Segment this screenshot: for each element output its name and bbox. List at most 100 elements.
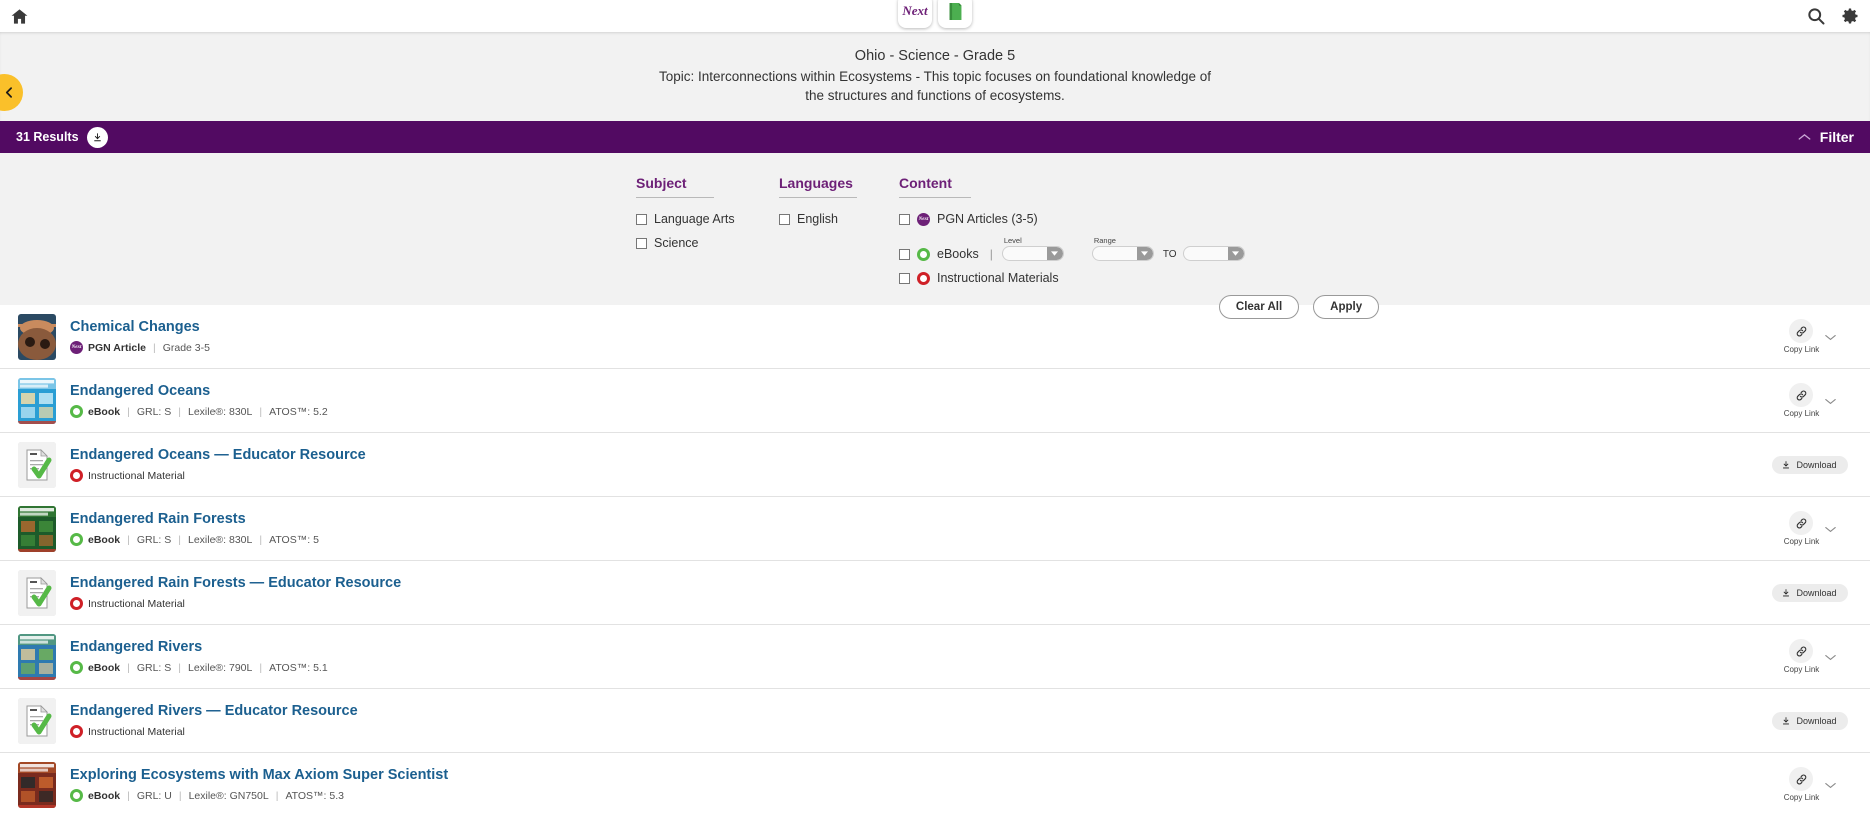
range-from-select[interactable] [1091,246,1154,262]
page-subtitle: Topic: Interconnections within Ecosystem… [658,69,1212,104]
result-title[interactable]: Endangered Rain Forests [70,511,1750,527]
result-thumbnail[interactable] [18,761,56,808]
result-metadata: Instructional Material [70,597,1750,611]
result-title[interactable]: Endangered Rivers [70,639,1750,655]
filter-toggle[interactable]: Filter [1798,129,1854,145]
result-title[interactable]: Endangered Rain Forests — Educator Resou… [70,575,1750,591]
copy-link-control[interactable]: Copy Link [1784,383,1837,418]
ebook-badge-icon [70,405,83,419]
copy-link-button[interactable] [1789,639,1814,664]
result-row[interactable]: Endangered Rain Forests — Educator Resou… [0,561,1870,626]
expand-row-button[interactable] [1825,776,1837,794]
checkbox-icon[interactable] [636,213,647,225]
copy-link-control[interactable]: Copy Link [1784,319,1837,354]
result-row[interactable]: Exploring Ecosystems with Max Axiom Supe… [0,753,1870,813]
home-icon[interactable] [10,7,29,26]
result-thumbnail[interactable] [18,505,56,552]
subject-divider [636,197,714,199]
chevron-down-icon[interactable] [1227,247,1244,261]
result-row[interactable]: Endangered Rivers eBook | GRL: S | Lexile®: … [0,625,1870,690]
result-meta: GRL: S [136,533,172,546]
expand-row-button[interactable] [1825,392,1837,410]
result-row[interactable]: Endangered Oceans — Educator Resource In… [0,433,1870,498]
instructional-material-badge-icon [917,271,930,285]
result-row[interactable]: Endangered Rain Forests eBook | GRL: S | Lex… [0,497,1870,562]
result-type: eBook [88,533,121,546]
instructional-material-badge-icon [70,469,83,483]
filter-option-instructional-materials[interactable]: Instructional Materials [899,271,1419,285]
chevron-down-icon [1825,526,1837,533]
download-icon [1783,461,1790,469]
range-to-select[interactable] [1182,246,1245,262]
result-metadata: Instructional Material [70,725,1750,739]
result-type: PGN Article [88,341,146,354]
result-thumbnail[interactable] [18,697,56,744]
download-button[interactable]: Download [1772,711,1848,730]
instructional-material-badge-icon [70,597,83,611]
filter-option-pgn-articles[interactable]: Next PGN Articles (3-5) [899,212,1419,226]
chevron-down-icon[interactable] [1046,247,1063,261]
next-button[interactable]: Next [898,0,932,28]
meta-separator: | [275,789,279,802]
result-thumbnail[interactable] [18,377,56,424]
result-title[interactable]: Endangered Oceans [70,383,1750,399]
result-metadata: eBook | GRL: S | Lexile®: 830L | ATOS™: 5.2 [70,405,1750,419]
clear-all-button[interactable]: Clear All [1218,295,1300,320]
result-title[interactable]: Endangered Rivers — Educator Resource [70,703,1750,719]
apply-button[interactable]: Apply [1313,295,1380,320]
checkbox-icon[interactable] [899,248,910,260]
copy-link-control[interactable]: Copy Link [1784,767,1837,802]
chevron-left-icon [5,87,12,98]
result-meta: Lexile®: GN750L [188,789,269,802]
green-book-icon[interactable] [938,0,972,28]
back-button[interactable] [0,74,23,111]
copy-link-control[interactable]: Copy Link [1784,639,1837,674]
result-title[interactable]: Endangered Oceans — Educator Resource [70,447,1750,463]
result-info: Endangered Rain Forests — Educator Resou… [70,575,1750,611]
result-actions: Download [1750,455,1870,474]
filter-option-science[interactable]: Science [636,236,779,250]
checkbox-icon[interactable] [779,213,790,225]
download-results-button[interactable] [86,126,108,148]
result-meta: ATOS™: 5 [269,533,319,546]
expand-row-button[interactable] [1825,648,1837,666]
download-button[interactable]: Download [1772,583,1848,602]
filter-option-english[interactable]: English [779,212,899,226]
chevron-down-icon[interactable] [1136,247,1153,261]
checkbox-icon[interactable] [636,237,647,249]
result-thumbnail[interactable] [18,441,56,488]
checkbox-icon[interactable] [899,272,910,284]
meta-separator: | [152,341,156,354]
copy-link-button[interactable] [1789,767,1814,792]
gear-icon[interactable] [1840,6,1860,26]
result-thumbnail[interactable] [18,633,56,680]
result-title[interactable]: Chemical Changes [70,319,1750,335]
result-info: Endangered Rivers — Educator Resource In… [70,703,1750,739]
result-row[interactable]: Endangered Oceans eBook | GRL: S | Lexile®: … [0,369,1870,434]
result-title[interactable]: Exploring Ecosystems with Max Axiom Supe… [70,767,1750,783]
download-button[interactable]: Download [1772,455,1848,474]
expand-row-button[interactable] [1825,520,1837,538]
filter-label: Filter [1819,129,1854,146]
copy-link-label: Copy Link [1783,345,1820,355]
result-thumbnail[interactable] [18,569,56,616]
chevron-down-icon [1825,782,1837,789]
search-icon[interactable] [1806,6,1826,26]
copy-link-button[interactable] [1789,511,1814,536]
result-thumbnail[interactable] [18,313,56,360]
result-row[interactable]: Endangered Rivers — Educator Resource In… [0,689,1870,754]
download-icon [93,133,101,142]
level-select[interactable] [1001,246,1064,262]
result-actions: Download [1750,711,1870,730]
copy-link-control[interactable]: Copy Link [1784,511,1837,546]
copy-link-button[interactable] [1789,383,1814,408]
filter-option-language-arts[interactable]: Language Arts [636,212,779,226]
expand-row-button[interactable] [1825,328,1837,346]
filter-option-ebooks[interactable]: eBooks [899,247,979,261]
meta-separator: | [127,405,130,418]
copy-link-button[interactable] [1789,319,1814,344]
checkbox-icon[interactable] [899,213,910,225]
result-meta: GRL: U [136,789,172,802]
result-meta: Grade 3-5 [162,341,210,354]
result-info: Exploring Ecosystems with Max Axiom Supe… [70,767,1750,803]
